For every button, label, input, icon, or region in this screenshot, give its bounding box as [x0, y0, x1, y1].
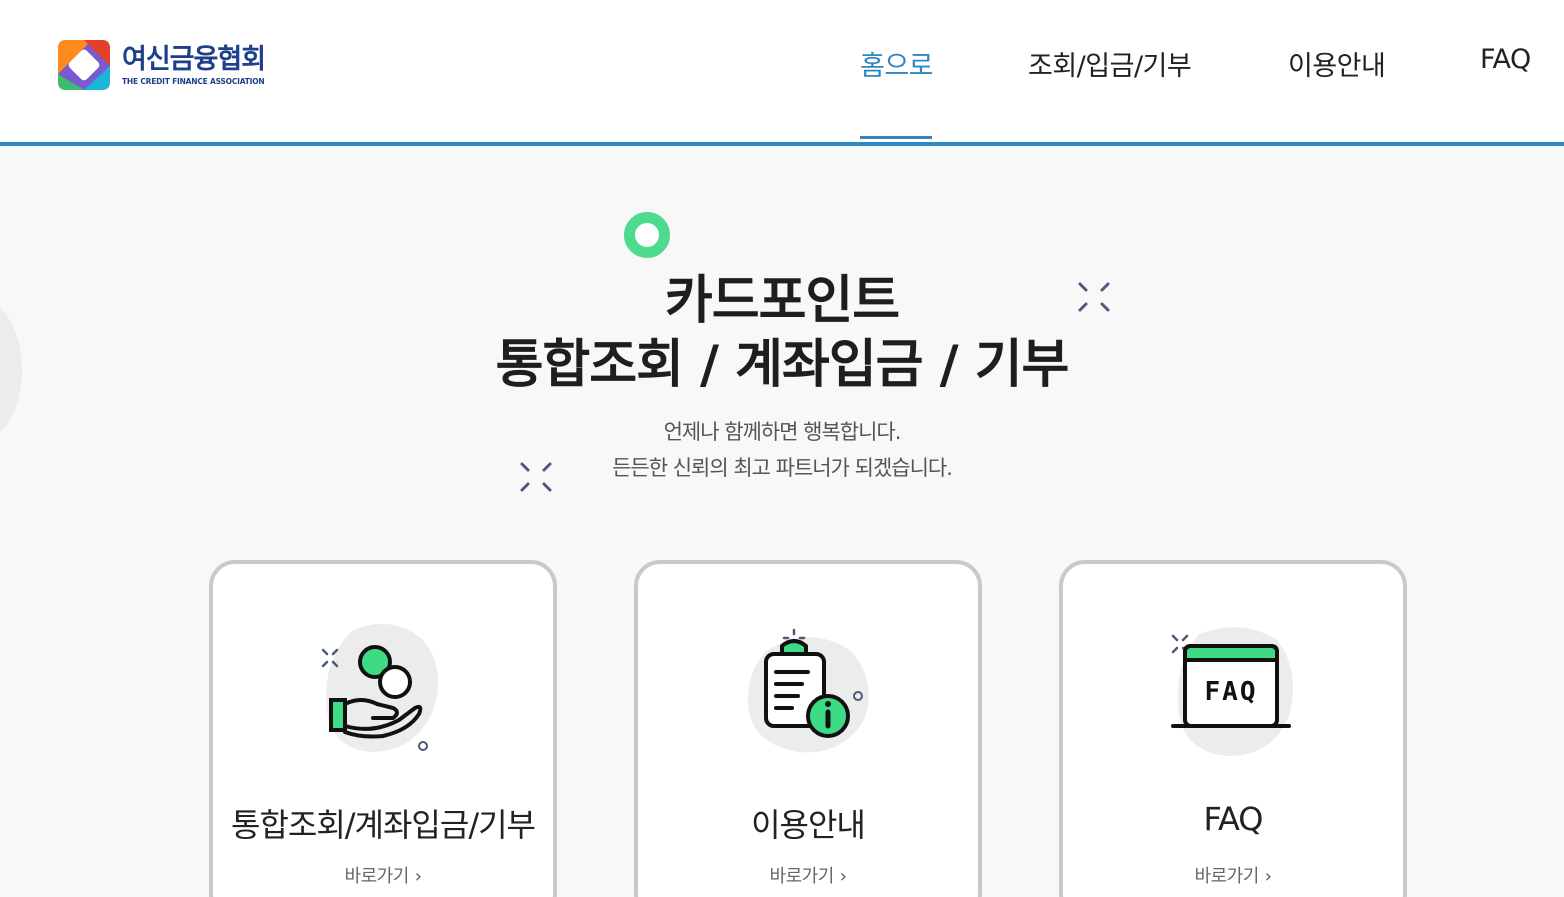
card-title: FAQ	[1203, 800, 1264, 838]
logo-text: 여신금융협회 THE CREDIT FINANCE ASSOCIATION	[122, 43, 266, 86]
nav-home[interactable]: 홈으로	[860, 44, 934, 83]
nav-active-indicator	[860, 136, 932, 139]
nav-faq[interactable]: FAQ	[1480, 44, 1531, 75]
decorative-green-ring	[624, 212, 670, 258]
card-guide[interactable]: 이용안내 바로가기 ›	[634, 560, 982, 897]
card-title: 통합조회/계좌입금/기부	[231, 806, 536, 844]
hero-subtitle-line2: 든든한 신뢰의 최고 파트너가 되겠습니다.	[612, 456, 953, 480]
chevron-right-icon: ›	[839, 866, 847, 887]
card-title: 이용안내	[751, 806, 866, 844]
hand-coins-icon	[321, 623, 439, 752]
clipboard-info-icon	[747, 628, 869, 753]
card-faq[interactable]: FAQ FAQ 바로가기 ›	[1059, 560, 1407, 897]
logo-mark-icon	[58, 40, 110, 90]
card-lookup-deposit-donate[interactable]: 통합조회/계좌입금/기부 바로가기 ›	[209, 560, 557, 897]
card-link-label: 바로가기	[344, 866, 410, 887]
faq-window-icon: FAQ	[1171, 627, 1293, 756]
card-shortcut-link[interactable]: 바로가기 ›	[1063, 862, 1403, 888]
hero-subtitle-line1: 언제나 함께하면 행복합니다.	[663, 420, 902, 444]
nav-lookup-deposit-donate[interactable]: 조회/입금/기부	[1028, 44, 1192, 83]
site-header: 여신금융협회 THE CREDIT FINANCE ASSOCIATION 홈으…	[0, 0, 1564, 146]
chevron-right-icon: ›	[414, 866, 422, 887]
card-icon-area	[638, 620, 978, 770]
logo[interactable]: 여신금융협회 THE CREDIT FINANCE ASSOCIATION	[58, 40, 266, 90]
logo-name-ko: 여신금융협회	[122, 43, 266, 75]
logo-name-en: THE CREDIT FINANCE ASSOCIATION	[122, 76, 265, 86]
card-shortcut-link[interactable]: 바로가기 ›	[213, 862, 553, 888]
svg-text:FAQ: FAQ	[1205, 677, 1258, 707]
hero-title-line2: 통합조회 / 계좌입금 / 기부	[495, 335, 1070, 395]
card-link-label: 바로가기	[769, 866, 835, 887]
nav-guide[interactable]: 이용안내	[1288, 44, 1386, 83]
card-link-label: 바로가기	[1194, 866, 1260, 887]
card-icon-area: FAQ	[1063, 620, 1403, 770]
chevron-right-icon: ›	[1264, 866, 1272, 887]
card-shortcut-link[interactable]: 바로가기 ›	[638, 862, 978, 888]
card-icon-area	[213, 620, 553, 770]
